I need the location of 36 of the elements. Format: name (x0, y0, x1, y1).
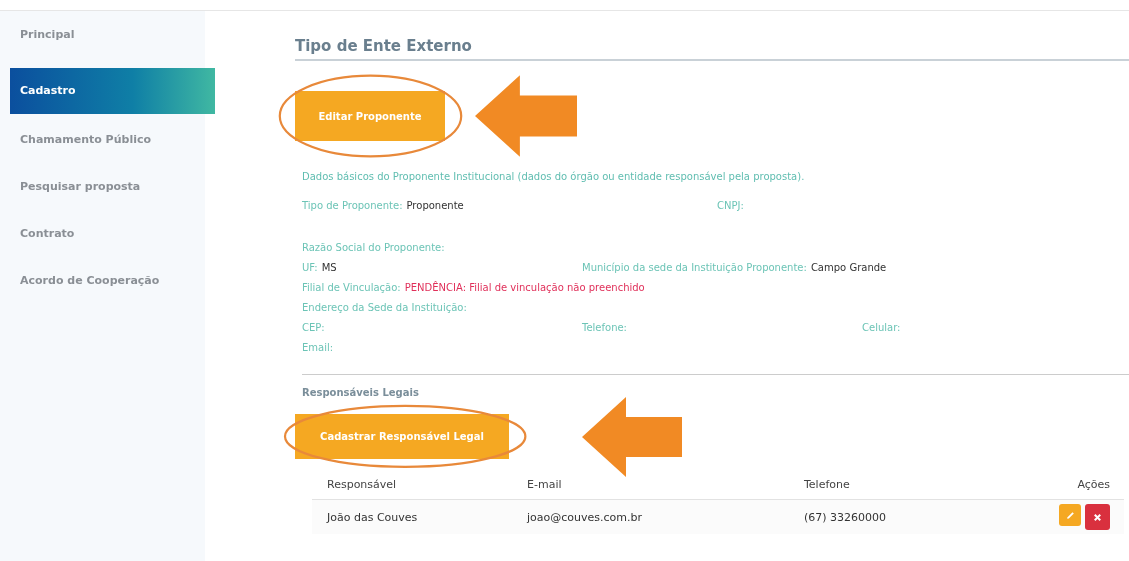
action-button[interactable]: Editar Proponente (295, 91, 445, 141)
field-label: CEP: (302, 322, 325, 333)
column-header: Ações (1076, 477, 1111, 491)
field-label: Endereço da Sede da Instituição: (302, 302, 467, 313)
field-label: Tipo de Proponente: (302, 200, 403, 211)
column-header: Telefone (803, 477, 851, 491)
close-icon (1092, 511, 1103, 523)
column-header: E-mail (526, 477, 563, 491)
pencil-icon (1064, 509, 1076, 521)
warning-text: PENDÊNCIA: Filial de vinculação não preenchido (404, 282, 645, 293)
sidebar-item[interactable]: Principal (10, 21, 215, 68)
sidebar-item[interactable]: Chamamento Público (10, 126, 215, 173)
section-subtitle: Responsáveis Legais (302, 387, 420, 398)
field-label: Celular: (862, 322, 901, 333)
table-cell-text: João das Couves (325, 510, 419, 524)
table-cell-text: (67) 33260000 (803, 510, 888, 524)
field-label: Email: (302, 342, 334, 353)
field-value: Campo Grande (810, 262, 887, 273)
sidebar-item[interactable]: Pesquisar proposta (10, 173, 215, 220)
column-header: Responsável (326, 477, 398, 491)
field-label: Razão Social do Proponente: (302, 242, 445, 253)
field-value: MS (321, 262, 337, 273)
sidebar-item[interactable]: Cadastro (10, 68, 215, 114)
delete-button[interactable] (1085, 504, 1110, 530)
field-label: Filial de Vinculação: (302, 282, 401, 293)
sidebar-item[interactable]: Acordo de Cooperação (10, 267, 215, 314)
table-cell-text: joao@couves.com.br (526, 510, 643, 524)
section-title: Tipo de Ente Externo (295, 37, 1129, 61)
field-label: Município da sede da Instituição Proponente: (582, 262, 807, 273)
intro-text: Dados básicos do Proponente Institucional (dados do órgão ou entidade responsável pela proposta). (302, 171, 806, 182)
field-label: Telefone: (582, 322, 627, 333)
field-label: CNPJ: (717, 200, 744, 211)
field-label: UF: (302, 262, 318, 273)
field-value: Proponente (406, 200, 464, 211)
sidebar-item[interactable]: Contrato (10, 220, 215, 267)
action-button[interactable]: Cadastrar Responsável Legal (295, 414, 509, 459)
